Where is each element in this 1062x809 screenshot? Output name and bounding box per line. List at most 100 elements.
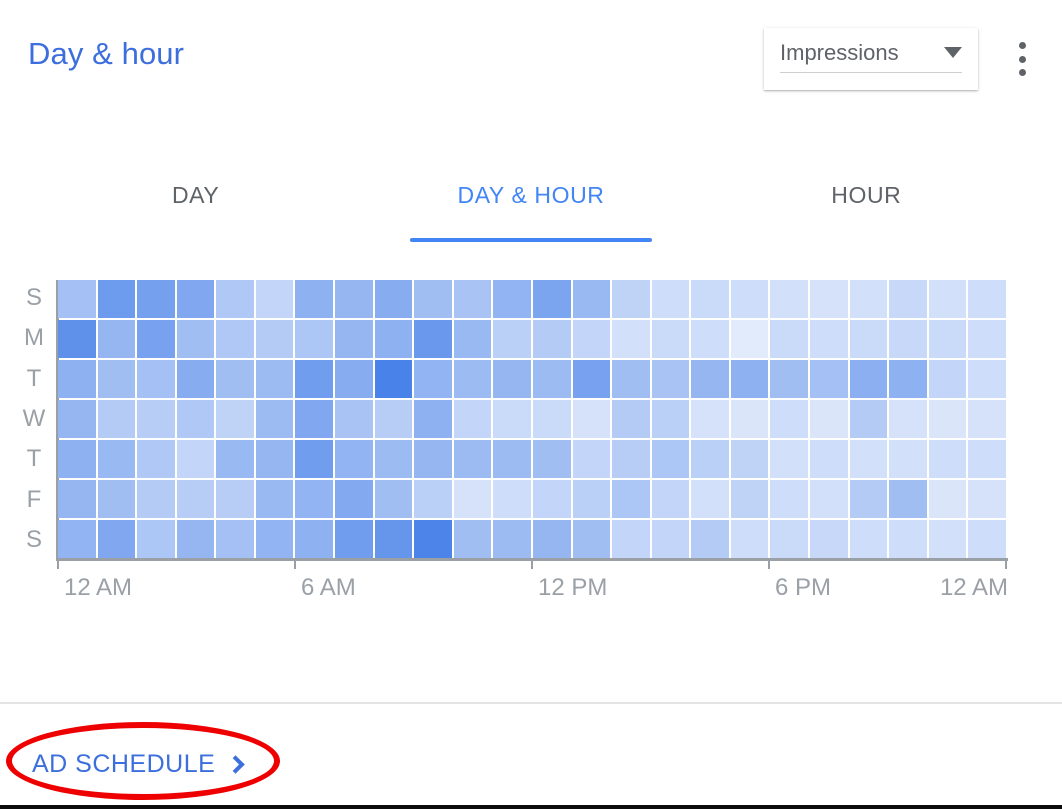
heatmap-cell[interactable] — [651, 360, 690, 398]
heatmap-cell[interactable] — [532, 360, 571, 398]
heatmap-cell[interactable] — [730, 520, 769, 558]
heatmap-cell[interactable] — [335, 360, 373, 398]
kebab-menu-icon[interactable] — [1010, 42, 1034, 76]
heatmap-cell[interactable] — [889, 520, 927, 558]
heatmap-cell[interactable] — [255, 360, 294, 398]
heatmap-cell[interactable] — [810, 400, 848, 438]
heatmap-cell[interactable] — [493, 280, 531, 318]
heatmap-cell[interactable] — [176, 360, 215, 398]
heatmap-cell[interactable] — [453, 280, 492, 318]
heatmap-cell[interactable] — [889, 480, 927, 518]
heatmap-cell[interactable] — [572, 520, 611, 558]
heatmap-cell[interactable] — [216, 480, 254, 518]
heatmap-cell[interactable] — [889, 360, 927, 398]
heatmap-cell[interactable] — [889, 320, 927, 358]
heatmap-cell[interactable] — [730, 320, 769, 358]
heatmap-cell[interactable] — [295, 320, 334, 358]
heatmap-cell[interactable] — [414, 400, 452, 438]
heatmap-cell[interactable] — [532, 400, 571, 438]
heatmap-cell[interactable] — [572, 360, 611, 398]
heatmap-cell[interactable] — [374, 480, 413, 518]
heatmap-cell[interactable] — [691, 440, 729, 478]
heatmap-cell[interactable] — [849, 280, 888, 318]
heatmap-cell[interactable] — [968, 480, 1006, 518]
heatmap-cell[interactable] — [97, 280, 136, 318]
heatmap-cell[interactable] — [849, 520, 888, 558]
heatmap-cell[interactable] — [335, 480, 373, 518]
heatmap-cell[interactable] — [414, 320, 452, 358]
metric-select[interactable]: Impressions — [764, 28, 978, 90]
heatmap-cell[interactable] — [97, 400, 136, 438]
heatmap-cell[interactable] — [374, 360, 413, 398]
heatmap-cell[interactable] — [810, 480, 848, 518]
heatmap-cell[interactable] — [255, 520, 294, 558]
heatmap-cell[interactable] — [651, 320, 690, 358]
heatmap-cell[interactable] — [453, 520, 492, 558]
heatmap-cell[interactable] — [295, 480, 334, 518]
heatmap-cell[interactable] — [612, 440, 650, 478]
heatmap-cell[interactable] — [849, 440, 888, 478]
tab-hour[interactable]: HOUR — [699, 170, 1034, 250]
heatmap-cell[interactable] — [493, 520, 531, 558]
heatmap-cell[interactable] — [255, 400, 294, 438]
heatmap-cell[interactable] — [572, 480, 611, 518]
heatmap-cell[interactable] — [255, 440, 294, 478]
heatmap-cell[interactable] — [216, 360, 254, 398]
heatmap-cell[interactable] — [810, 280, 848, 318]
heatmap-cell[interactable] — [453, 480, 492, 518]
heatmap-cell[interactable] — [58, 480, 96, 518]
heatmap-cell[interactable] — [295, 400, 334, 438]
tab-day[interactable]: DAY — [28, 170, 363, 250]
heatmap-cell[interactable] — [968, 520, 1006, 558]
ad-schedule-link[interactable]: AD SCHEDULE — [32, 750, 246, 779]
heatmap-cell[interactable] — [414, 440, 452, 478]
heatmap-cell[interactable] — [968, 400, 1006, 438]
heatmap-cell[interactable] — [968, 360, 1006, 398]
heatmap-cell[interactable] — [810, 320, 848, 358]
heatmap-cell[interactable] — [730, 360, 769, 398]
heatmap-cell[interactable] — [97, 320, 136, 358]
heatmap-cell[interactable] — [968, 320, 1006, 358]
heatmap-cell[interactable] — [216, 280, 254, 318]
heatmap-cell[interactable] — [335, 520, 373, 558]
heatmap-cell[interactable] — [810, 440, 848, 478]
heatmap-cell[interactable] — [928, 440, 967, 478]
heatmap-cell[interactable] — [928, 320, 967, 358]
heatmap-cell[interactable] — [691, 280, 729, 318]
heatmap-cell[interactable] — [493, 400, 531, 438]
heatmap-cell[interactable] — [335, 440, 373, 478]
heatmap-cell[interactable] — [137, 280, 175, 318]
heatmap-cell[interactable] — [691, 520, 729, 558]
heatmap-cell[interactable] — [849, 320, 888, 358]
heatmap-cell[interactable] — [335, 400, 373, 438]
heatmap-cell[interactable] — [58, 520, 96, 558]
heatmap-cell[interactable] — [889, 280, 927, 318]
heatmap-cell[interactable] — [216, 320, 254, 358]
heatmap-cell[interactable] — [414, 520, 452, 558]
heatmap-cell[interactable] — [612, 520, 650, 558]
heatmap-cell[interactable] — [889, 440, 927, 478]
heatmap-cell[interactable] — [137, 400, 175, 438]
heatmap-cell[interactable] — [928, 520, 967, 558]
heatmap-cell[interactable] — [770, 440, 809, 478]
heatmap-cell[interactable] — [453, 360, 492, 398]
heatmap-cell[interactable] — [335, 280, 373, 318]
heatmap-cell[interactable] — [849, 480, 888, 518]
heatmap-cell[interactable] — [414, 280, 452, 318]
heatmap-cell[interactable] — [612, 320, 650, 358]
heatmap-cell[interactable] — [691, 480, 729, 518]
heatmap-cell[interactable] — [770, 360, 809, 398]
heatmap-cell[interactable] — [770, 480, 809, 518]
heatmap-cell[interactable] — [532, 480, 571, 518]
heatmap-cell[interactable] — [97, 440, 136, 478]
heatmap-cell[interactable] — [810, 520, 848, 558]
heatmap-cell[interactable] — [532, 520, 571, 558]
heatmap-cell[interactable] — [137, 440, 175, 478]
heatmap-cell[interactable] — [691, 400, 729, 438]
heatmap-cell[interactable] — [572, 440, 611, 478]
heatmap-cell[interactable] — [730, 280, 769, 318]
heatmap-cell[interactable] — [295, 280, 334, 318]
heatmap-cell[interactable] — [255, 480, 294, 518]
heatmap-cell[interactable] — [453, 440, 492, 478]
heatmap-cell[interactable] — [651, 280, 690, 318]
